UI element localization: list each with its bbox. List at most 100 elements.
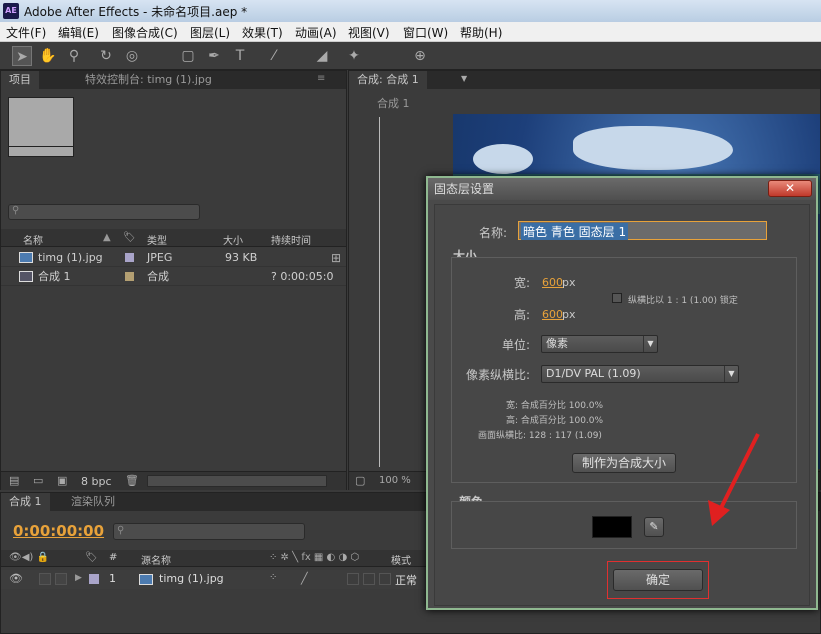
label-tag-icon[interactable]: 🏷 <box>85 552 98 563</box>
item-name: 合成 1 <box>38 270 71 283</box>
tab-composition[interactable]: 合成: 合成 1 <box>349 71 427 89</box>
menu-bar: 文件(F) 编辑(E) 图像合成(C) 图层(L) 效果(T) 动画(A) 视图… <box>0 22 821 42</box>
chevron-down-icon: ▼ <box>643 336 657 352</box>
expand-arrow-icon[interactable]: ▶ <box>75 573 82 583</box>
image-file-icon <box>139 574 153 585</box>
axis-icon[interactable]: ⊕ <box>410 46 430 66</box>
width-label: 宽: <box>514 276 531 290</box>
make-comp-size-button[interactable]: 制作为合成大小 <box>572 453 676 473</box>
thumbnail-preview <box>8 97 74 157</box>
project-tabbar: 项目 特效控制台: timg (1).jpg ≡ <box>1 71 346 89</box>
chevron-down-icon[interactable]: ▼ <box>461 74 473 86</box>
menu-effect[interactable]: 效果(T) <box>242 24 283 41</box>
menu-window[interactable]: 窗口(W) <box>403 24 448 41</box>
ok-button[interactable]: 确定 <box>613 569 703 591</box>
col-duration[interactable]: 持续时间 <box>271 232 311 247</box>
timeline-layer-row[interactable]: 👁 ▶ 1 timg (1).jpg ⁘ ╱ 正常 <box>1 570 426 589</box>
col-mode[interactable]: 模式 <box>391 552 411 567</box>
layer-name[interactable]: timg (1).jpg <box>159 572 224 585</box>
col-type[interactable]: 类型 <box>147 232 167 247</box>
close-button[interactable]: ✕ <box>768 180 812 197</box>
camera-icon[interactable]: ◎ <box>122 46 142 66</box>
pixel-aspect-dropdown[interactable]: D1/DV PAL (1.09) ▼ <box>541 365 739 383</box>
item-name: timg (1).jpg <box>38 251 103 264</box>
shy-switch-icon[interactable]: ⁘ <box>269 572 277 583</box>
layer-mode[interactable]: 正常 <box>395 572 417 588</box>
lock-aspect-checkbox[interactable] <box>612 293 622 303</box>
menu-file[interactable]: 文件(F) <box>6 24 46 41</box>
horizontal-scrollbar[interactable] <box>147 475 327 487</box>
units-dropdown[interactable]: 像素 ▼ <box>541 335 658 353</box>
switch-box[interactable] <box>379 573 391 585</box>
text-icon[interactable]: T <box>230 46 250 66</box>
tab-project[interactable]: 项目 <box>1 71 39 89</box>
timeline-columns-header: 👁◀) 🔒 🏷 # 源名称 ⁘ ✲ ╲ fx ▦ ◐ ◑ ⬡ 模式 <box>1 550 426 567</box>
search-icon: ⚲ <box>117 525 125 536</box>
pixel-aspect-label: 像素纵横比: <box>466 368 531 382</box>
name-input-value: 暗色 青色 固态层 1 <box>521 223 629 240</box>
col-size[interactable]: 大小 <box>223 232 243 247</box>
search-icon: ⚲ <box>12 205 20 216</box>
layer-label-swatch[interactable] <box>89 574 99 584</box>
panel-menu-icon[interactable]: ≡ <box>317 73 325 84</box>
hand-icon[interactable]: ✋ <box>38 46 58 66</box>
height-value[interactable]: 600 <box>542 308 563 321</box>
color-swatch[interactable] <box>592 516 632 538</box>
selection-icon[interactable]: ➤ <box>12 46 32 66</box>
tab-timeline-comp[interactable]: 合成 1 <box>1 493 50 511</box>
always-preview-icon[interactable]: ▢ <box>355 474 365 487</box>
project-item-row[interactable]: 合成 1 合成 ? 0:00:05:0 <box>1 267 346 286</box>
width-value[interactable]: 600 <box>542 276 563 289</box>
col-source-name[interactable]: 源名称 <box>141 552 171 567</box>
sort-up-icon: ▲ <box>103 232 111 243</box>
pen-icon[interactable]: ✒ <box>204 46 224 66</box>
new-folder-icon[interactable]: ▭ <box>33 474 43 487</box>
col-name[interactable]: 名称 <box>23 232 43 247</box>
eye-icon[interactable]: 👁 <box>9 572 23 585</box>
pin-icon[interactable]: ✦ <box>344 46 364 66</box>
timeline-search-input[interactable]: ⚲ <box>113 523 305 540</box>
project-item-row[interactable]: timg (1).jpg JPEG 93 KB <box>1 248 346 267</box>
trash-icon[interactable]: 🗑 <box>125 474 139 487</box>
menu-animation[interactable]: 动画(A) <box>295 24 337 41</box>
zoom-level[interactable]: 100 % <box>379 475 411 486</box>
tab-render-queue[interactable]: 渲染队列 <box>63 493 123 511</box>
new-composition-icon[interactable]: ▣ <box>57 474 67 487</box>
item-size: 93 KB <box>225 251 258 264</box>
menu-view[interactable]: 视图(V) <box>348 24 390 41</box>
name-label: 名称: <box>479 226 508 240</box>
brush-icon[interactable]: ⁄ <box>264 46 284 66</box>
name-input[interactable]: 暗色 青色 固态层 1 <box>518 221 767 240</box>
label-color-swatch[interactable] <box>125 272 134 281</box>
timecode[interactable]: 0:00:00:00 <box>13 522 104 540</box>
tab-effect-controls[interactable]: 特效控制台: timg (1).jpg <box>77 71 220 89</box>
solo-toggle[interactable] <box>39 573 51 585</box>
eyedropper-icon[interactable]: ✎ <box>644 517 664 537</box>
width-unit: px <box>562 276 576 289</box>
eraser-icon[interactable]: ◢ <box>312 46 332 66</box>
switch-box[interactable] <box>363 573 375 585</box>
zoom-icon[interactable]: ⚲ <box>64 46 84 66</box>
menu-edit[interactable]: 编辑(E) <box>58 24 99 41</box>
menu-layer[interactable]: 图层(L) <box>190 24 230 41</box>
label-tag-icon[interactable]: 🏷 <box>123 232 136 243</box>
menu-help[interactable]: 帮助(H) <box>460 24 502 41</box>
rectangle-icon[interactable]: ▢ <box>178 46 198 66</box>
height-unit: px <box>562 308 576 321</box>
label-color-swatch[interactable] <box>125 253 134 262</box>
lock-toggle[interactable] <box>55 573 67 585</box>
quality-switch-icon[interactable]: ╱ <box>301 572 308 585</box>
dialog-title: 固态层设置 <box>428 178 816 200</box>
switches-icons: ⁘ ✲ ╲ fx ▦ ◐ ◑ ⬡ <box>269 552 360 563</box>
project-search-input[interactable]: ⚲ <box>8 204 200 220</box>
rotate-icon[interactable]: ↻ <box>96 46 116 66</box>
bpc-label[interactable]: 8 bpc <box>81 475 112 488</box>
flowchart-icon[interactable]: ⊞ <box>331 251 341 265</box>
interpret-footage-icon[interactable]: ▤ <box>9 474 19 487</box>
item-duration: ? 0:00:05:0 <box>271 270 334 283</box>
units-value: 像素 <box>546 337 568 350</box>
layer-index: 1 <box>109 572 116 585</box>
switch-box[interactable] <box>347 573 359 585</box>
menu-composition[interactable]: 图像合成(C) <box>112 24 178 41</box>
comp-breadcrumb[interactable]: 合成 1 <box>377 95 410 111</box>
